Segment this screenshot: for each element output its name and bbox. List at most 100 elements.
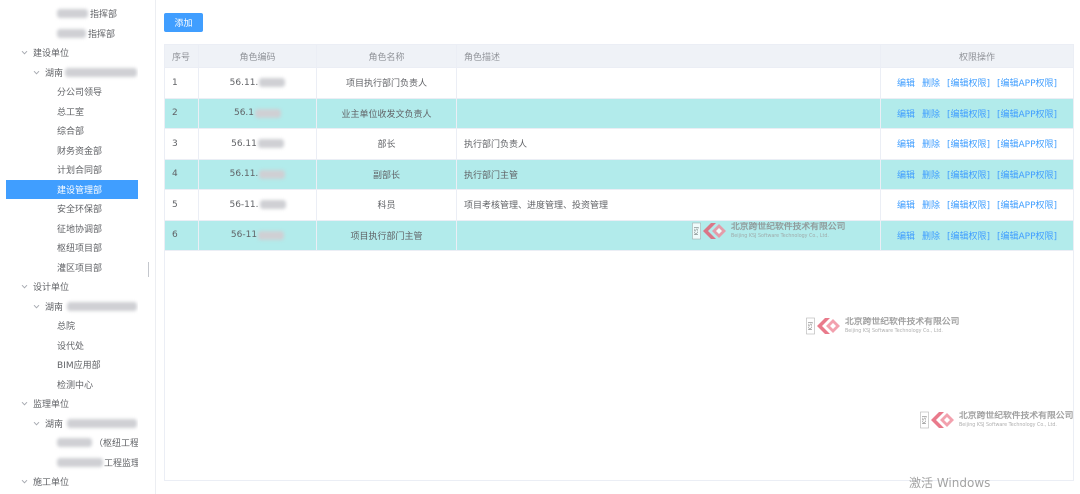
redacted-text (57, 438, 92, 448)
tree-node-safety-environment-dept[interactable]: 安全环保部 (6, 199, 138, 219)
tree-node-land-coordination-dept[interactable]: 征地协调部 (6, 219, 138, 239)
table-row[interactable]: 4 56.11. 副部长 执行部门主管 编辑 删除 [编辑权限] [编辑APP权… (165, 159, 1073, 190)
edit-app-permissions-link[interactable]: [编辑APP权限] (997, 168, 1057, 181)
tree-node-label: （枢纽工程 (94, 439, 138, 450)
tree-node-testing-center[interactable]: 检测中心 (6, 375, 138, 395)
edit-link[interactable]: 编辑 (897, 198, 915, 211)
tree-node-label: 设代处 (57, 341, 85, 352)
delete-link[interactable]: 删除 (922, 229, 940, 242)
role-code-text: 56-11. (229, 199, 259, 210)
tree-node-design-unit[interactable]: 设计单位 (6, 277, 138, 297)
table-row[interactable]: 5 56-11. 科员 项目考核管理、进度管理、投资管理 编辑 删除 [编辑权限… (165, 190, 1073, 221)
edit-app-permissions-link[interactable]: [编辑APP权限] (997, 76, 1057, 89)
cell-role-code: 56.11. (199, 68, 317, 98)
delete-link[interactable]: 删除 (922, 76, 940, 89)
cell-actions: 编辑 删除 [编辑权限] [编辑APP权限] (881, 190, 1073, 220)
tree-node-label: 分公司领导 (57, 88, 103, 99)
tree-node-bim-dept[interactable]: BIM应用部 (6, 355, 138, 375)
cell-index: 2 (165, 98, 199, 128)
tree-node-hunan-supervision-org[interactable]: 湖南 (6, 414, 138, 434)
chevron-down-icon[interactable] (32, 302, 41, 311)
tree-node-supervision-unit[interactable]: 监理单位 (6, 394, 138, 414)
org-tree: 指挥部 指挥部 建设单位 湖南 分公司领导 总工室 综合部 财务资金部 计划合同… (0, 4, 150, 492)
delete-link[interactable]: 删除 (922, 107, 940, 120)
chevron-down-icon[interactable] (20, 477, 29, 486)
tree-node-label: 施工单位 (33, 478, 70, 489)
tree-node-general-office[interactable]: 综合部 (6, 121, 138, 141)
chevron-down-icon[interactable] (20, 48, 29, 57)
edit-permissions-link[interactable]: [编辑权限] (947, 168, 990, 181)
chevron-down-icon[interactable] (32, 68, 41, 77)
tree-node-hunan-design-org[interactable]: 湖南 (6, 297, 138, 317)
tree-node-label: 灌区项目部 (57, 263, 103, 274)
tree-node-hub-project-dept[interactable]: 枢纽项目部 (6, 238, 138, 258)
chevron-down-icon[interactable] (20, 282, 29, 291)
table-row[interactable]: 3 56.11 部长 执行部门负责人 编辑 删除 [编辑权限] [编辑APP权限… (165, 129, 1073, 160)
edit-link[interactable]: 编辑 (897, 76, 915, 89)
redacted-text (67, 301, 138, 311)
edit-permissions-link[interactable]: [编辑权限] (947, 76, 990, 89)
delete-link[interactable]: 删除 (922, 137, 940, 150)
edit-permissions-link[interactable]: [编辑权限] (947, 229, 990, 242)
tree-node-command-hq-a[interactable]: 指挥部 (6, 4, 138, 24)
chevron-down-icon[interactable] (20, 399, 29, 408)
tree-node-design-institute[interactable]: 总院 (6, 316, 138, 336)
tree-node-label: 建设管理部 (57, 185, 103, 196)
redacted-text (258, 230, 285, 240)
tree-node-contractor-unit[interactable]: 施工单位 (6, 472, 138, 492)
edit-permissions-link[interactable]: [编辑权限] (947, 107, 990, 120)
edit-link[interactable]: 编辑 (897, 168, 915, 181)
cell-role-name: 业主单位收发文负责人 (317, 98, 457, 128)
tree-node-label: 工程监理 (104, 458, 138, 469)
redacted-text (257, 139, 284, 149)
tree-node-branch-leadership[interactable]: 分公司领导 (6, 82, 138, 102)
tree-node-engineering-supervision[interactable]: 工程监理 (6, 453, 138, 473)
table-row[interactable]: 1 56.11. 项目执行部门负责人 编辑 删除 [编辑权限] [编辑APP权限… (165, 68, 1073, 99)
column-header-role-code: 角色编码 (199, 45, 317, 67)
tree-node-chief-engineer-office[interactable]: 总工室 (6, 102, 138, 122)
tree-node-hub-engineering-supervision[interactable]: （枢纽工程 (6, 433, 138, 453)
cell-index: 5 (165, 190, 199, 220)
table-body: 1 56.11. 项目执行部门负责人 编辑 删除 [编辑权限] [编辑APP权限… (165, 68, 1073, 251)
panel-splitter[interactable] (148, 262, 149, 277)
cell-actions: 编辑 删除 [编辑权限] [编辑APP权限] (881, 129, 1073, 159)
redacted-text (259, 169, 286, 179)
table-header: 序号 角色编码 角色名称 角色描述 权限操作 (165, 45, 1073, 68)
add-role-button[interactable]: 添加 (164, 13, 203, 32)
cell-role-description (457, 68, 881, 98)
cell-index: 1 (165, 68, 199, 98)
tree-node-construction-unit[interactable]: 建设单位 (6, 43, 138, 63)
edit-permissions-link[interactable]: [编辑权限] (947, 137, 990, 150)
tree-node-hunan-owner-org[interactable]: 湖南 (6, 63, 138, 83)
edit-permissions-link[interactable]: [编辑权限] (947, 198, 990, 211)
cell-role-name: 部长 (317, 129, 457, 159)
edit-link[interactable]: 编辑 (897, 229, 915, 242)
tree-node-command-hq-b[interactable]: 指挥部 (6, 24, 138, 44)
tree-node-construction-management-dept[interactable]: 建设管理部 (6, 179, 138, 199)
edit-link[interactable]: 编辑 (897, 107, 915, 120)
tree-node-label: 监理单位 (33, 400, 70, 411)
table-row[interactable]: 6 56-11 项目执行部门主管 编辑 删除 [编辑权限] [编辑APP权限] (165, 220, 1073, 251)
edit-app-permissions-link[interactable]: [编辑APP权限] (997, 198, 1057, 211)
chevron-down-icon[interactable] (32, 419, 41, 428)
edit-link[interactable]: 编辑 (897, 137, 915, 150)
tree-node-label: 财务资金部 (57, 146, 103, 157)
cell-role-code: 56.1 (199, 98, 317, 128)
cell-index: 4 (165, 159, 199, 189)
tree-node-irrigation-project-dept[interactable]: 灌区项目部 (6, 258, 138, 278)
table-row[interactable]: 2 56.1 业主单位收发文负责人 编辑 删除 [编辑权限] [编辑APP权限] (165, 98, 1073, 129)
edit-app-permissions-link[interactable]: [编辑APP权限] (997, 107, 1057, 120)
column-header-permission-actions: 权限操作 (958, 52, 995, 63)
tree-node-planning-contract-dept[interactable]: 计划合同部 (6, 160, 138, 180)
tree-node-label: 枢纽项目部 (57, 244, 103, 255)
tree-node-design-rep-office[interactable]: 设代处 (6, 336, 138, 356)
edit-app-permissions-link[interactable]: [编辑APP权限] (997, 229, 1057, 242)
redacted-text (259, 200, 286, 210)
redacted-text (65, 67, 138, 77)
edit-app-permissions-link[interactable]: [编辑APP权限] (997, 137, 1057, 150)
roles-table: 序号 角色编码 角色名称 角色描述 权限操作 1 56.11. 项目执行部门负责… (164, 44, 1074, 481)
tree-node-finance-dept[interactable]: 财务资金部 (6, 141, 138, 161)
tree-node-label: 安全环保部 (57, 205, 103, 216)
delete-link[interactable]: 删除 (922, 168, 940, 181)
delete-link[interactable]: 删除 (922, 198, 940, 211)
